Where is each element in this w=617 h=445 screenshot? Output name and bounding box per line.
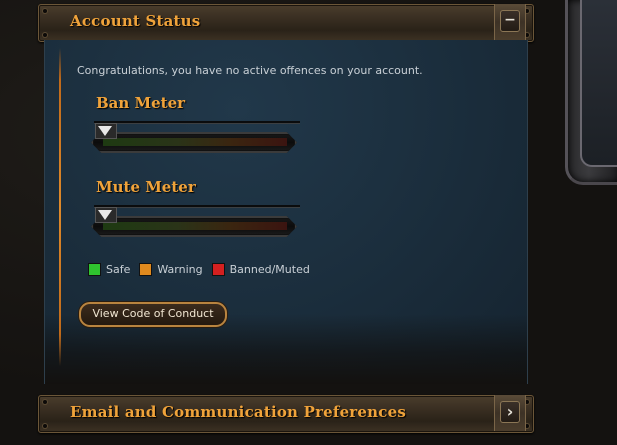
banned-swatch — [211, 263, 225, 276]
side-frame-decoration — [565, 0, 617, 185]
account-status-panel: Congratulations, you have no active offe… — [44, 40, 528, 384]
meter-legend: Safe Warning Banned/Muted — [88, 263, 319, 276]
ban-meter-marker-icon — [98, 126, 112, 136]
meter-topline — [94, 205, 300, 208]
accent-line — [59, 48, 61, 366]
mute-meter-marker-box — [95, 207, 117, 223]
bolt-icon — [43, 33, 47, 37]
ban-meter-track — [91, 132, 297, 153]
warning-swatch — [139, 263, 153, 276]
legend-item-warning: Warning — [139, 263, 203, 276]
account-status-title: Account Status — [70, 12, 201, 30]
account-status-header[interactable]: Account Status − — [38, 4, 534, 42]
legend-label: Safe — [106, 263, 131, 276]
meter-gradient — [103, 222, 287, 230]
mute-meter-marker-icon — [98, 210, 112, 220]
email-prefs-header[interactable]: Email and Communication Preferences › — [38, 395, 534, 433]
ban-meter — [89, 121, 300, 157]
bolt-icon — [43, 9, 47, 13]
mute-meter-track — [91, 216, 297, 237]
mute-meter — [89, 205, 300, 241]
legend-item-safe: Safe — [88, 263, 130, 276]
mute-meter-title: Mute Meter — [96, 178, 196, 196]
status-message: Congratulations, you have no active offe… — [77, 64, 423, 77]
expand-button[interactable]: › — [494, 395, 526, 431]
view-code-of-conduct-button[interactable]: View Code of Conduct — [79, 302, 227, 327]
collapse-button[interactable]: − — [494, 4, 526, 40]
email-prefs-title: Email and Communication Preferences — [70, 403, 406, 421]
legend-label: Banned/Muted — [229, 263, 310, 276]
legend-item-banned: Banned/Muted — [211, 263, 310, 276]
bolt-icon — [43, 400, 47, 404]
side-frame-inner — [580, 0, 617, 167]
chevron-right-icon: › — [500, 401, 520, 423]
safe-swatch — [88, 263, 101, 276]
ban-meter-marker-box — [95, 123, 117, 139]
minus-icon: − — [500, 10, 520, 32]
bolt-icon — [43, 424, 47, 428]
legend-label: Warning — [157, 263, 203, 276]
meter-topline — [94, 121, 300, 124]
meter-gradient — [103, 138, 287, 146]
ban-meter-title: Ban Meter — [96, 94, 186, 112]
